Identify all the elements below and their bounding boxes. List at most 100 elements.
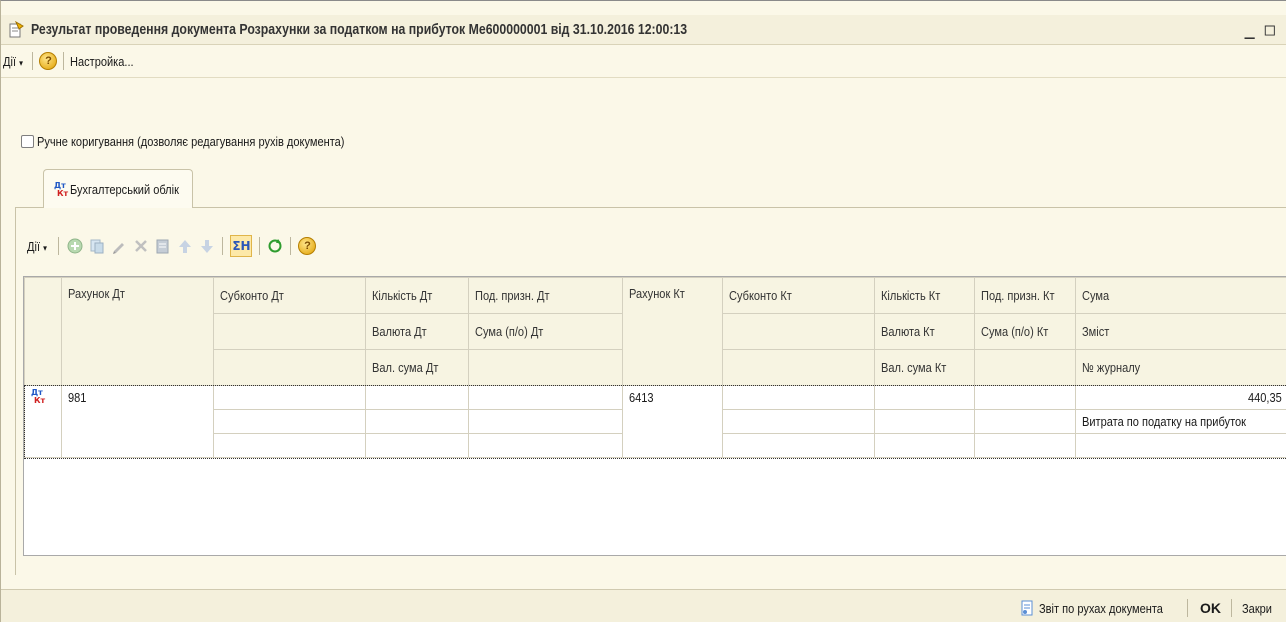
postings-table: Рахунок Дт Субконто Дт Кількість Дт Под.… [23, 276, 1286, 556]
chevron-down-icon: ▾ [19, 57, 23, 68]
chevron-down-icon: ▾ [43, 242, 47, 253]
table-cell[interactable] [722, 409, 875, 434]
column-header[interactable]: Сума (п/о) Кт [974, 313, 1076, 350]
help-icon[interactable]: ? [298, 237, 317, 255]
window-title: Результат проведення документа Розрахунк… [31, 21, 688, 38]
move-up-icon[interactable] [177, 238, 193, 254]
table-cell[interactable] [468, 385, 623, 410]
grid-actions-menu[interactable]: Дії ▾ [27, 239, 47, 254]
tab-accounting[interactable]: Дт Кт Бухгалтерський облік [43, 169, 193, 209]
main-toolbar: Дії ▾ ? Настройка... [1, 45, 1286, 78]
column-header [722, 313, 875, 350]
report-button[interactable]: Звіт по рухах документа [1019, 600, 1185, 616]
close-button[interactable]: Закри [1242, 601, 1286, 616]
content-cell[interactable]: Витрата по податку на прибуток [1075, 409, 1286, 434]
document-icon [7, 20, 25, 39]
actions-menu-label: Дії [3, 53, 17, 69]
column-header[interactable]: Вал. сума Дт [365, 349, 469, 386]
copy-icon[interactable] [89, 238, 105, 254]
grid-toolbar: Дії ▾ ΣН ? [27, 231, 317, 261]
toolbar-divider [259, 237, 261, 255]
tab-label: Бухгалтерський облік [70, 182, 179, 197]
table-cell[interactable] [468, 409, 623, 434]
account-kt-cell[interactable]: 6413 [622, 385, 723, 458]
ok-button[interactable]: OK [1200, 600, 1221, 616]
column-header[interactable]: Под. призн. Кт [974, 277, 1076, 314]
kt-label: Кт [57, 188, 69, 198]
column-header [468, 349, 623, 386]
edit-icon[interactable] [111, 238, 127, 254]
footer-actions: Звіт по рухах документа OK Закри [1019, 599, 1286, 617]
manual-edit-label: Ручне коригування (дозволяє редагування … [37, 134, 345, 149]
row-icon-cell: Дт Кт [24, 385, 62, 458]
close-label: Закри [1242, 600, 1272, 616]
manual-edit-checkbox[interactable] [21, 135, 34, 148]
add-icon[interactable] [67, 238, 83, 254]
account-dt-cell[interactable]: 981 [61, 385, 214, 458]
debit-credit-icon: Дт Кт [31, 388, 46, 405]
toolbar-divider [32, 52, 34, 70]
document-posting-window: Результат проведення документа Розрахунк… [0, 0, 1286, 622]
refresh-icon[interactable] [267, 238, 283, 254]
table-cell[interactable] [213, 409, 366, 434]
column-header[interactable]: Сума (п/о) Дт [468, 313, 623, 350]
settings-button[interactable]: Настройка... [70, 54, 134, 69]
amount-cell[interactable]: 440,35 [1075, 385, 1286, 410]
table-cell[interactable] [365, 433, 469, 458]
column-header[interactable]: Кількість Дт [365, 277, 469, 314]
table-cell[interactable] [874, 385, 975, 410]
column-header[interactable]: Под. призн. Дт [468, 277, 623, 314]
toolbar-divider [58, 237, 60, 255]
footer-divider [1187, 599, 1188, 617]
toolbar-divider [222, 237, 224, 255]
table-cell[interactable] [722, 385, 875, 410]
table-cell[interactable] [365, 385, 469, 410]
column-header[interactable]: Субконто Кт [722, 277, 875, 314]
column-header[interactable]: № журналу [1075, 349, 1286, 386]
toolbar-divider [63, 52, 65, 70]
table-cell[interactable] [874, 433, 975, 458]
header-row: Рахунок Дт Субконто Дт Кількість Дт Под.… [24, 277, 1286, 386]
actions-menu[interactable]: Дії ▾ [3, 54, 23, 69]
table-cell[interactable] [974, 385, 1076, 410]
table-cell[interactable] [213, 385, 366, 410]
column-header [722, 349, 875, 386]
journal-cell[interactable] [1075, 433, 1286, 458]
table-cell[interactable] [974, 409, 1076, 434]
column-header[interactable]: Валюта Кт [874, 313, 975, 350]
column-header[interactable]: Рахунок Дт [61, 277, 214, 386]
column-header[interactable]: Сума [1075, 277, 1286, 314]
header-icon-cell [24, 277, 62, 386]
move-down-icon[interactable] [199, 238, 215, 254]
table-cell[interactable] [722, 433, 875, 458]
minimize-button[interactable]: _ [1245, 20, 1255, 40]
table-cell[interactable] [974, 433, 1076, 458]
toolbar-divider [290, 237, 292, 255]
post-icon[interactable] [155, 238, 171, 254]
column-header[interactable]: Кількість Кт [874, 277, 975, 314]
manual-edit-option[interactable]: Ручне коригування (дозволяє редагування … [21, 134, 399, 149]
tab-bar: Дт Кт Бухгалтерський облік [15, 169, 1286, 209]
column-header[interactable]: Зміст [1075, 313, 1286, 350]
report-icon [1019, 600, 1035, 616]
delete-icon[interactable] [133, 238, 149, 254]
column-header[interactable]: Валюта Дт [365, 313, 469, 350]
column-header[interactable]: Рахунок Кт [622, 277, 723, 386]
table-cell[interactable] [874, 409, 975, 434]
table-row[interactable]: Дт Кт 981 6413 440,35 Витрата по податку… [23, 384, 1286, 459]
column-header [213, 349, 366, 386]
debit-credit-icon: Дт Кт [54, 181, 69, 198]
maximize-button[interactable]: □ [1265, 20, 1275, 40]
table-cell[interactable] [365, 409, 469, 434]
sum-label: ΣН [232, 239, 251, 253]
footer-divider [1231, 599, 1232, 617]
table-cell[interactable] [468, 433, 623, 458]
table-cell[interactable] [213, 433, 366, 458]
column-header[interactable]: Вал. сума Кт [874, 349, 975, 386]
grid-actions-label: Дії [27, 238, 41, 254]
column-header[interactable]: Субконто Дт [213, 277, 366, 314]
help-icon[interactable]: ? [39, 52, 58, 70]
sum-icon[interactable]: ΣН [230, 235, 253, 257]
title-bar: Результат проведення документа Розрахунк… [1, 15, 1286, 45]
column-header [213, 313, 366, 350]
